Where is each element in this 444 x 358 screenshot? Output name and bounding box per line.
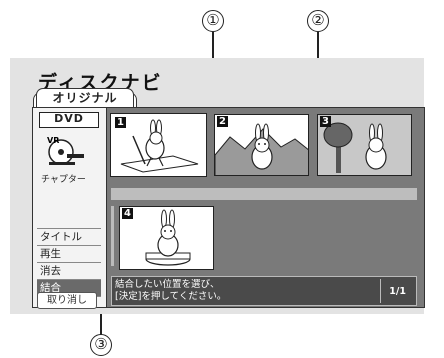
chapter-label: チャプター xyxy=(41,175,86,185)
menu-item-title[interactable]: タイトル xyxy=(37,228,101,246)
instruction-line-1: 結合したい位置を選び、 xyxy=(115,279,220,290)
callout-3: ③ xyxy=(90,334,112,356)
chapter-thumbnail-2[interactable]: 2 xyxy=(214,114,309,176)
thumbnail-number: 4 xyxy=(122,208,133,219)
chapter-area: 1 2 3 4 結合したい位置を選び、 [決定]を押してください。 1/1 xyxy=(106,107,425,308)
chapter-thumbnail-1[interactable]: 1 xyxy=(110,113,207,177)
timeline-bar xyxy=(111,188,417,200)
disc-navi-screen: ディスクナビ オリジナル DVD VR チャプター タイトル 再生 消去 結合 … xyxy=(10,58,425,314)
menu-item-play[interactable]: 再生 xyxy=(37,246,101,263)
thumbnail-number: 1 xyxy=(115,117,126,128)
bunny-golf-illustration xyxy=(120,119,199,173)
page-indicator: 1/1 xyxy=(389,286,406,297)
side-menu: タイトル 再生 消去 結合 xyxy=(37,228,101,297)
instruction-box: 結合したい位置を選び、 [決定]を押してください。 1/1 xyxy=(111,276,417,306)
callout-2: ② xyxy=(307,10,329,32)
instruction-text: 結合したい位置を選び、 [決定]を押してください。 xyxy=(115,279,226,303)
bunny-tree-illustration xyxy=(318,115,411,175)
message-divider xyxy=(380,279,381,303)
insert-position-marker[interactable] xyxy=(111,206,114,266)
callout-1: ① xyxy=(202,10,224,32)
instruction-line-2: [決定]を押してください。 xyxy=(115,291,227,302)
thumbnail-number: 2 xyxy=(217,116,228,127)
left-panel: DVD VR チャプター タイトル 再生 消去 結合 取り消し xyxy=(32,107,106,309)
thumbnail-number: 3 xyxy=(320,116,331,127)
bunny-mountains-illustration xyxy=(215,123,308,175)
menu-item-delete[interactable]: 消去 xyxy=(37,263,101,280)
bunny-stage-illustration xyxy=(145,209,191,266)
cancel-button[interactable]: 取り消し xyxy=(37,292,97,309)
chapter-thumbnail-3[interactable]: 3 xyxy=(317,114,412,176)
disc-icon: VR xyxy=(43,134,85,165)
dvd-badge: DVD xyxy=(39,112,99,128)
tab-original[interactable]: オリジナル xyxy=(36,88,134,108)
chapter-thumbnail-4[interactable]: 4 xyxy=(119,206,214,270)
disc-vr-label: VR xyxy=(47,136,59,145)
